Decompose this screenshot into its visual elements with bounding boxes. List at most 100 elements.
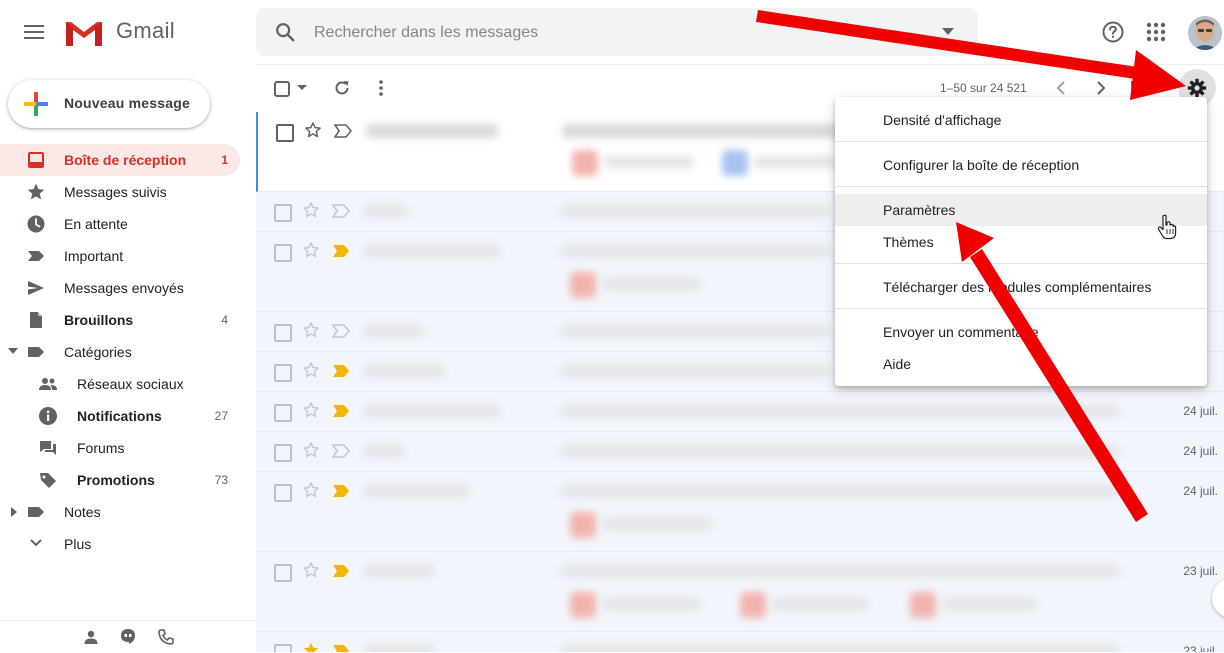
sidebar-item-sent[interactable]: Messages envoyés xyxy=(0,272,240,304)
menu-item-send-feedback[interactable]: Envoyer un commentaire xyxy=(835,316,1207,348)
important-outline-icon[interactable] xyxy=(332,204,350,218)
star-outline-icon[interactable] xyxy=(302,321,320,339)
blurred-attachment xyxy=(754,156,838,168)
star-outline-icon[interactable] xyxy=(302,401,320,419)
menu-item-label: Densité d'affichage xyxy=(883,112,1002,128)
input-tools-label[interactable]: F xyxy=(1130,79,1140,97)
phone-icon[interactable] xyxy=(157,628,175,646)
compose-label: Nouveau message xyxy=(64,95,190,111)
sidebar-item-notes[interactable]: Notes xyxy=(0,496,240,528)
search-bar[interactable] xyxy=(256,8,978,56)
sidebar-item-drafts[interactable]: Brouillons 4 xyxy=(0,304,240,336)
sidebar-item-promotions[interactable]: Promotions 73 xyxy=(0,464,240,496)
message-date: 24 juil. xyxy=(1183,404,1218,418)
sidebar-item-starred[interactable]: Messages suivis xyxy=(0,176,240,208)
row-checkbox[interactable] xyxy=(274,444,292,462)
contacts-person-icon[interactable] xyxy=(83,629,99,645)
sidebar-item-forums[interactable]: Forums xyxy=(0,432,240,464)
sidebar-item-snoozed[interactable]: En attente xyxy=(0,208,240,240)
menu-item-get-addons[interactable]: Télécharger des modules complémentaires xyxy=(835,271,1207,303)
main-menu-button[interactable] xyxy=(18,18,52,46)
sidebar-item-label: Important xyxy=(64,248,124,264)
select-all-checkbox[interactable] xyxy=(274,81,290,97)
important-marker-icon[interactable] xyxy=(332,564,350,578)
row-checkbox[interactable] xyxy=(276,124,294,142)
star-outline-icon[interactable] xyxy=(302,201,320,219)
avatar[interactable] xyxy=(1188,16,1222,50)
sidebar-item-label: Notes xyxy=(64,504,101,520)
star-outline-icon[interactable] xyxy=(302,361,320,379)
chevron-right-icon[interactable] xyxy=(1096,80,1106,96)
sidebar-item-label: Notifications xyxy=(77,408,162,424)
hangouts-icon[interactable] xyxy=(119,628,137,646)
row-checkbox[interactable] xyxy=(274,324,292,342)
important-marker-icon[interactable] xyxy=(332,404,350,418)
search-input[interactable] xyxy=(312,20,916,46)
sidebar-item-label: Catégories xyxy=(64,344,132,360)
important-outline-icon[interactable] xyxy=(332,444,350,458)
blurred-attachment xyxy=(602,518,712,530)
blurred-attachment xyxy=(772,598,868,610)
gmail-logo-icon[interactable] xyxy=(64,18,104,48)
expand-caret-icon[interactable] xyxy=(8,347,18,357)
apps-grid-icon[interactable] xyxy=(1146,22,1166,42)
blurred-attachment xyxy=(740,592,766,618)
star-outline-icon[interactable] xyxy=(302,441,320,459)
star-outline-icon[interactable] xyxy=(302,241,320,259)
blurred-subject xyxy=(562,124,842,138)
menu-item-help[interactable]: Aide xyxy=(835,348,1207,380)
table-row[interactable]: 23 juil. xyxy=(256,632,1224,652)
important-marker-icon[interactable] xyxy=(332,364,350,378)
more-options-icon[interactable] xyxy=(379,80,383,96)
sidebar-item-label: Plus xyxy=(64,536,92,552)
select-dropdown-icon[interactable] xyxy=(297,85,307,91)
table-row[interactable]: 24 juil. xyxy=(256,432,1224,472)
row-checkbox[interactable] xyxy=(274,244,292,262)
sidebar-item-important[interactable]: Important xyxy=(0,240,240,272)
blurred-attachment xyxy=(570,512,596,538)
row-checkbox[interactable] xyxy=(274,204,292,222)
expand-caret-icon[interactable] xyxy=(10,507,18,517)
row-checkbox[interactable] xyxy=(274,564,292,582)
table-row[interactable]: 24 juil. xyxy=(256,472,1224,552)
notifications-count: 27 xyxy=(214,409,228,423)
star-icon xyxy=(26,182,46,202)
settings-menu: Densité d'affichage Configurer la boîte … xyxy=(835,97,1207,386)
sidebar-item-social[interactable]: Réseaux sociaux xyxy=(0,368,240,400)
sidebar-item-notifications[interactable]: Notifications 27 xyxy=(0,400,240,432)
important-marker-icon[interactable] xyxy=(332,484,350,498)
important-outline-icon[interactable] xyxy=(332,324,350,338)
sidebar-item-more[interactable]: Plus xyxy=(0,528,240,560)
sidebar-item-label: Promotions xyxy=(77,472,155,488)
blurred-sender xyxy=(364,645,434,652)
menu-item-configure-inbox[interactable]: Configurer la boîte de réception xyxy=(835,149,1207,181)
row-checkbox[interactable] xyxy=(274,364,292,382)
blurred-sender xyxy=(364,405,500,417)
table-row[interactable]: 24 juil. xyxy=(256,392,1224,432)
compose-button[interactable]: Nouveau message xyxy=(8,80,210,128)
important-marker-icon[interactable] xyxy=(332,244,350,258)
row-checkbox[interactable] xyxy=(274,644,292,652)
row-checkbox[interactable] xyxy=(274,484,292,502)
star-outline-icon[interactable] xyxy=(304,121,322,139)
refresh-icon[interactable] xyxy=(333,79,351,97)
menu-item-themes[interactable]: Thèmes xyxy=(835,226,1207,258)
important-outline-icon[interactable] xyxy=(334,124,352,138)
important-marker-icon[interactable] xyxy=(332,644,350,652)
menu-item-display-density[interactable]: Densité d'affichage xyxy=(835,104,1207,136)
menu-item-settings[interactable]: Paramètres xyxy=(835,194,1207,226)
search-options-dropdown-icon[interactable] xyxy=(942,28,954,36)
star-filled-icon[interactable] xyxy=(302,641,320,652)
menu-item-label: Télécharger des modules complémentaires xyxy=(883,279,1152,295)
chevron-left-icon[interactable] xyxy=(1056,80,1066,96)
help-icon[interactable] xyxy=(1101,20,1125,44)
sidebar-item-inbox[interactable]: Boîte de réception 1 xyxy=(0,144,240,176)
row-checkbox[interactable] xyxy=(274,404,292,422)
menu-item-label: Configurer la boîte de réception xyxy=(883,157,1080,173)
table-row[interactable]: 23 juil. xyxy=(256,552,1224,632)
sidebar-item-categories[interactable]: Catégories xyxy=(0,336,240,368)
menu-divider xyxy=(835,186,1207,187)
star-outline-icon[interactable] xyxy=(302,561,320,579)
search-icon[interactable] xyxy=(274,21,296,43)
star-outline-icon[interactable] xyxy=(302,481,320,499)
